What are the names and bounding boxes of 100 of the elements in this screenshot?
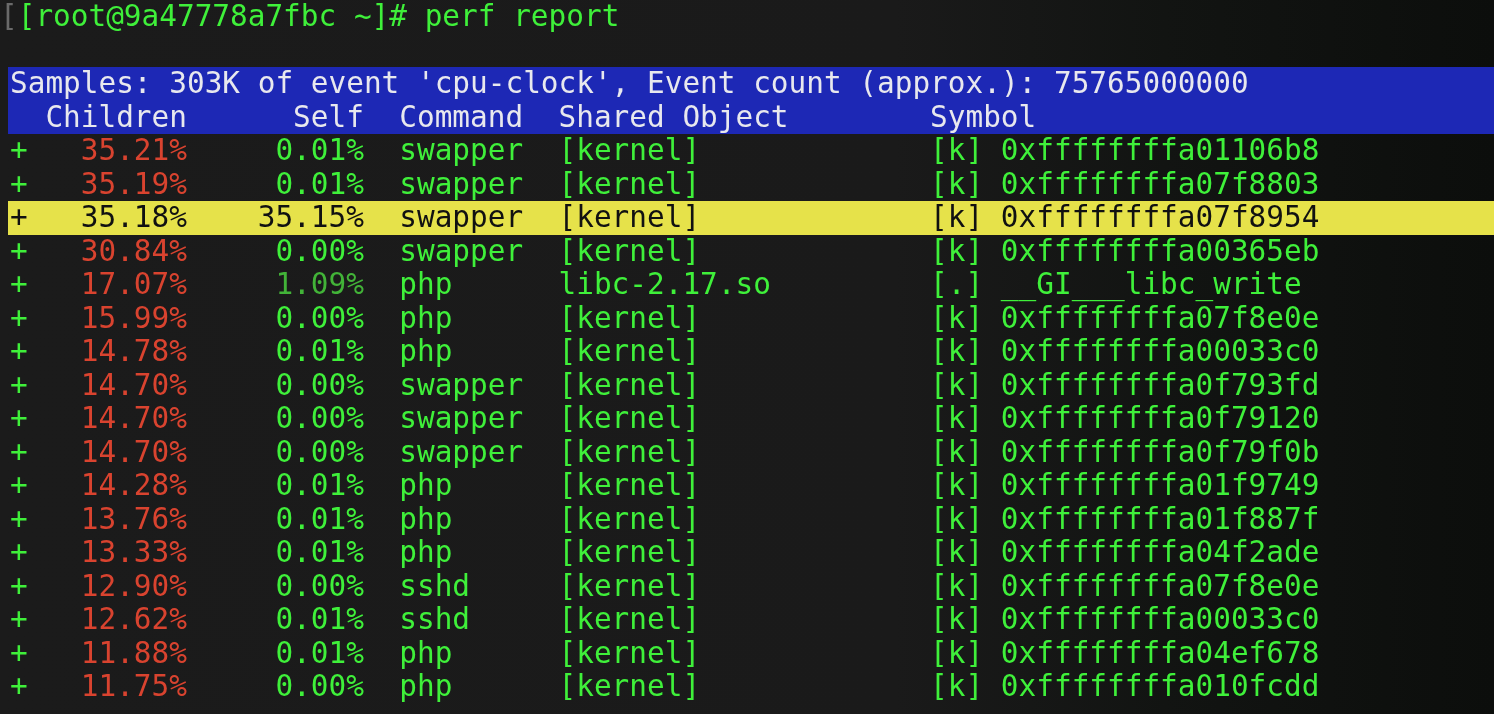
children-percent: 30.84% <box>80 234 187 268</box>
report-row[interactable]: + 12.62% 0.01% sshd [kernel] [k] 0xffffffffa00033c0 <box>8 603 1494 637</box>
command-cell-text: php <box>398 536 454 570</box>
symbol-type-cell-text: [k] <box>930 368 985 402</box>
symbol-cell-text: 0xffffffffa04ef678 <box>1000 636 1321 670</box>
samples-summary: Samples: 303K of event 'cpu-clock', Event count (approx.): 75765000000 <box>10 66 1249 100</box>
report-row[interactable]: + 11.75% 0.00% php [kernel] [k] 0xffffffffa010fcdd <box>8 670 1494 704</box>
report-row[interactable]: + 35.19% 0.01% swapper [kernel] [k] 0xffffffffa07f8803 <box>8 167 1494 201</box>
children-percent: 11.75% <box>80 670 187 704</box>
symbol-cell-text: 0xffffffffa07f8954 <box>1000 201 1321 235</box>
expand-marker[interactable]: + <box>10 435 28 469</box>
shared-object-cell-text: [kernel] <box>558 536 702 570</box>
symbol-type-cell-text: [k] <box>930 335 985 369</box>
report-row[interactable]: + 15.99% 0.00% php [kernel] [k] 0xffffffffa07f8e0e <box>8 301 1494 335</box>
expand-marker[interactable]: + <box>10 569 28 603</box>
symbol-cell-text: 0xffffffffa01f887f <box>1000 502 1321 536</box>
symbol-cell-text: 0xffffffffa010fcdd <box>1000 670 1321 704</box>
children-percent: 13.76% <box>80 502 187 536</box>
symbol-type-cell-text: [k] <box>930 435 985 469</box>
command-cell-text: swapper <box>398 134 525 168</box>
shared-object-cell-text: [kernel] <box>558 134 702 168</box>
children-percent: 14.70% <box>80 402 187 436</box>
shared-object-cell-text: [kernel] <box>558 402 702 436</box>
symbol-type-cell-text: [k] <box>930 670 985 704</box>
children-percent: 13.33% <box>80 536 187 570</box>
expand-marker[interactable]: + <box>10 167 28 201</box>
self-percent: 0.00% <box>275 234 364 268</box>
shared-object-cell-text: [kernel] <box>558 201 702 235</box>
self-percent: 0.01% <box>275 636 364 670</box>
symbol-cell-text: 0xffffffffa01f9749 <box>1000 469 1321 503</box>
children-percent: 14.78% <box>80 335 187 369</box>
report-row[interactable]: + 35.21% 0.01% swapper [kernel] [k] 0xffffffffa01106b8 <box>8 134 1494 168</box>
command-cell-text: swapper <box>398 368 525 402</box>
symbol-type-cell-text: [k] <box>930 469 985 503</box>
shared-object-cell-text: [kernel] <box>558 603 702 637</box>
report-row[interactable]: + 14.70% 0.00% swapper [kernel] [k] 0xffffffffa0f793fd <box>8 368 1494 402</box>
expand-marker[interactable]: + <box>10 335 28 369</box>
report-row[interactable]: + 30.84% 0.00% swapper [kernel] [k] 0xffffffffa00365eb <box>8 234 1494 268</box>
self-percent: 0.01% <box>275 134 364 168</box>
children-percent: 35.19% <box>80 167 187 201</box>
symbol-cell-text: 0xffffffffa00365eb <box>1000 234 1321 268</box>
self-percent: 0.00% <box>275 670 364 704</box>
report-row[interactable]: + 13.76% 0.01% php [kernel] [k] 0xffffffffa01f887f <box>8 502 1494 536</box>
symbol-type-cell-text: [k] <box>930 636 985 670</box>
expand-marker[interactable]: + <box>10 670 28 704</box>
shared-object-cell-text: [kernel] <box>558 301 702 335</box>
expand-marker[interactable]: + <box>10 201 28 235</box>
command-cell-text: php <box>398 301 454 335</box>
shared-object-cell-text: [kernel] <box>558 234 702 268</box>
symbol-type-cell-text: [k] <box>930 301 985 335</box>
self-percent: 0.01% <box>275 469 364 503</box>
expand-marker[interactable]: + <box>10 134 28 168</box>
shared-object-cell-text: [kernel] <box>558 368 702 402</box>
prompt-fragment: [ <box>0 0 18 33</box>
expand-marker[interactable]: + <box>10 368 28 402</box>
command-cell-text: php <box>398 670 454 704</box>
shared-object-cell-text: [kernel] <box>558 335 702 369</box>
report-row[interactable]: + 14.28% 0.01% php [kernel] [k] 0xffffffffa01f9749 <box>8 469 1494 503</box>
expand-marker[interactable]: + <box>10 502 28 536</box>
expand-marker[interactable]: + <box>10 469 28 503</box>
children-percent: 11.88% <box>80 636 187 670</box>
column-header: Shared Object <box>558 100 789 134</box>
children-percent: 14.28% <box>80 469 187 503</box>
symbol-cell-text: 0xffffffffa07f8e0e <box>1000 301 1321 335</box>
report-row[interactable]: + 11.88% 0.01% php [kernel] [k] 0xffffffffa04ef678 <box>8 636 1494 670</box>
report-row[interactable]: + 14.78% 0.01% php [kernel] [k] 0xffffffffa00033c0 <box>8 335 1494 369</box>
symbol-type-cell-text: [.] <box>930 268 985 302</box>
selected-row[interactable]: + 35.18% 35.15% swapper [kernel] [k] 0xffffffffa07f8954 <box>8 201 1494 235</box>
children-percent: 14.70% <box>80 435 187 469</box>
symbol-cell-text: 0xffffffffa00033c0 <box>1000 603 1321 637</box>
expand-marker[interactable]: + <box>10 536 28 570</box>
command-cell-text: swapper <box>398 201 525 235</box>
expand-marker[interactable]: + <box>10 301 28 335</box>
report-row[interactable]: + 17.07% 1.09% php libc-2.17.so [.] __GI___libc_write <box>8 268 1494 302</box>
report-row[interactable]: + 14.70% 0.00% swapper [kernel] [k] 0xffffffffa0f79120 <box>8 402 1494 436</box>
symbol-cell-text: 0xffffffffa07f8803 <box>1000 167 1321 201</box>
shared-object-cell-text: [kernel] <box>558 502 702 536</box>
symbol-type-cell-text: [k] <box>930 201 985 235</box>
report-row[interactable]: + 13.33% 0.01% php [kernel] [k] 0xffffffffa04f2ade <box>8 536 1494 570</box>
report-row[interactable]: + 14.70% 0.00% swapper [kernel] [k] 0xffffffffa0f79f0b <box>8 435 1494 469</box>
command-cell-text: php <box>398 268 454 302</box>
expand-marker[interactable]: + <box>10 603 28 637</box>
column-header: Symbol <box>930 100 1037 134</box>
symbol-type-cell-text: [k] <box>930 402 985 436</box>
symbol-cell-text: __GI___libc_write <box>1000 268 1303 302</box>
children-percent: 14.70% <box>80 368 187 402</box>
command-cell-text: php <box>398 469 454 503</box>
self-percent: 0.01% <box>275 603 364 637</box>
expand-marker[interactable]: + <box>10 234 28 268</box>
command-cell-text: swapper <box>398 435 525 469</box>
expand-marker[interactable]: + <box>10 268 28 302</box>
shared-object-cell-text: [kernel] <box>558 670 702 704</box>
symbol-cell-text: 0xffffffffa04f2ade <box>1000 536 1321 570</box>
expand-marker[interactable]: + <box>10 402 28 436</box>
symbol-cell-text: 0xffffffffa00033c0 <box>1000 335 1321 369</box>
column-header: Children <box>44 100 187 134</box>
symbol-type-cell-text: [k] <box>930 167 985 201</box>
expand-marker[interactable]: + <box>10 636 28 670</box>
report-row[interactable]: + 12.90% 0.00% sshd [kernel] [k] 0xffffffffa07f8e0e <box>8 569 1494 603</box>
symbol-cell-text: 0xffffffffa07f8e0e <box>1000 569 1321 603</box>
